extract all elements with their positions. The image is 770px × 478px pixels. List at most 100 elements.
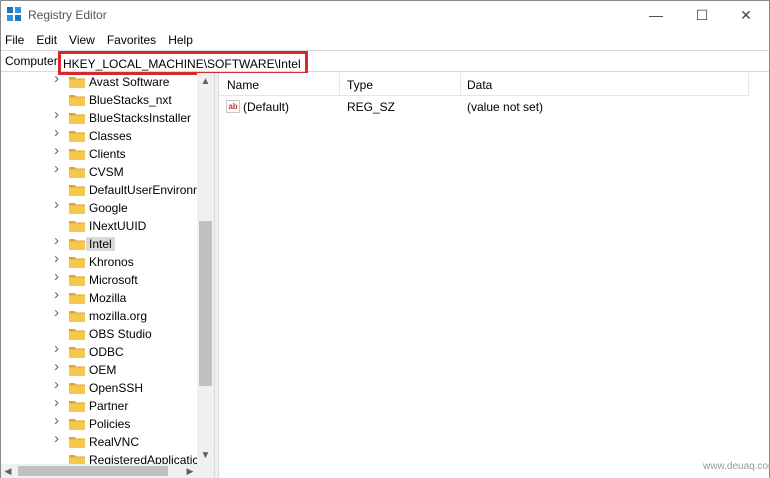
menu-file[interactable]: File — [5, 33, 24, 47]
tree-item-label: OpenSSH — [89, 381, 144, 395]
tree-item[interactable]: › Microsoft — [1, 269, 197, 289]
folder-icon — [69, 149, 85, 160]
scroll-left-icon[interactable]: ◀ — [1, 464, 15, 478]
chevron-right-icon[interactable]: › — [54, 125, 64, 140]
chevron-right-icon[interactable]: › — [54, 395, 64, 410]
values-list-pane: Name Type Data ab (Default) REG_SZ (valu… — [219, 73, 769, 478]
tree-item[interactable]: › Classes — [1, 125, 197, 145]
tree-item-label: Mozilla — [89, 291, 127, 305]
maximize-button[interactable]: ☐ — [679, 1, 725, 29]
tree-item[interactable]: BlueStacks_nxt — [1, 91, 197, 109]
tree-item-label: ODBC — [89, 345, 124, 359]
tree-item[interactable]: › Google — [1, 197, 197, 217]
folder-icon — [69, 113, 85, 124]
reg-string-icon: ab — [226, 100, 240, 113]
tree-item[interactable]: › ODBC — [1, 341, 197, 361]
chevron-right-icon[interactable]: › — [54, 287, 64, 302]
column-header-data[interactable]: Data — [467, 78, 492, 92]
value-name: (Default) — [243, 100, 290, 114]
chevron-right-icon[interactable]: › — [54, 161, 64, 176]
column-divider[interactable] — [339, 73, 340, 96]
minimize-button[interactable]: — — [633, 1, 679, 29]
folder-icon — [69, 185, 85, 196]
tree-item-label: Avast Software — [89, 75, 170, 89]
folder-icon — [69, 293, 85, 304]
folder-icon — [69, 347, 85, 358]
tree-item[interactable]: › RealVNC — [1, 431, 197, 451]
column-divider[interactable] — [748, 73, 749, 96]
tree-item[interactable]: › CVSM — [1, 161, 197, 181]
title-bar[interactable]: Registry Editor — ☐ ✕ — [1, 1, 769, 29]
tree-item[interactable]: OBS Studio — [1, 325, 197, 343]
menu-favorites[interactable]: Favorites — [107, 33, 156, 47]
tree-item-label: OEM — [89, 363, 117, 377]
close-button[interactable]: ✕ — [723, 1, 769, 29]
chevron-right-icon[interactable]: › — [54, 377, 64, 392]
tree-item[interactable]: INextUUID — [1, 217, 197, 235]
address-prefix[interactable]: Computer\ — [5, 54, 61, 68]
column-header-name[interactable]: Name — [227, 78, 259, 92]
horizontal-scroll-thumb[interactable] — [18, 466, 168, 476]
tree-item-label: Intel — [86, 237, 115, 251]
folder-icon — [69, 239, 85, 250]
folder-icon — [69, 203, 85, 214]
chevron-right-icon[interactable]: › — [54, 431, 64, 446]
tree-item-label: OBS Studio — [89, 327, 152, 341]
folder-icon — [69, 95, 85, 106]
chevron-right-icon[interactable]: › — [54, 233, 64, 248]
registry-editor-window: Registry Editor — ☐ ✕ File Edit View Fav… — [0, 0, 770, 478]
chevron-right-icon[interactable]: › — [54, 413, 64, 428]
tree-item-label: Google — [89, 201, 128, 215]
chevron-right-icon[interactable]: › — [54, 359, 64, 374]
address-bar[interactable]: Computer\ HKEY_LOCAL_MACHINE\SOFTWARE\In… — [1, 50, 769, 75]
scroll-down-icon[interactable]: ▼ — [197, 447, 214, 464]
column-header-type[interactable]: Type — [347, 78, 373, 92]
minimize-icon: — — [649, 7, 663, 23]
tree-item[interactable]: DefaultUserEnvironn — [1, 181, 200, 199]
folder-icon — [69, 131, 85, 142]
tree-vertical-scrollbar[interactable]: ▲ ▼ — [197, 73, 214, 464]
value-data: (value not set) — [467, 100, 544, 114]
tree-item[interactable]: › mozilla.org — [1, 305, 197, 325]
list-header: Name Type Data — [219, 73, 749, 96]
chevron-right-icon[interactable]: › — [54, 305, 64, 320]
menu-help[interactable]: Help — [168, 33, 193, 47]
tree-item[interactable]: › OpenSSH — [1, 377, 197, 397]
chevron-right-icon[interactable]: › — [54, 143, 64, 158]
chevron-right-icon[interactable]: › — [54, 341, 64, 356]
menu-bar: File Edit View Favorites Help — [1, 30, 769, 49]
tree-item[interactable]: › Mozilla — [1, 287, 197, 307]
tree-item-label: Classes — [89, 129, 132, 143]
tree-item[interactable]: › Avast Software — [1, 73, 197, 91]
value-type: REG_SZ — [347, 100, 396, 114]
folder-icon — [69, 275, 85, 286]
tree-item[interactable]: › Partner — [1, 395, 197, 415]
folder-icon — [69, 401, 85, 412]
folder-icon — [69, 437, 85, 448]
key-tree-pane: › Avast Software BlueStacks_nxt › BlueStacks… — [1, 73, 214, 478]
folder-icon — [69, 329, 85, 340]
scroll-thumb[interactable] — [199, 221, 212, 386]
tree-item[interactable]: › BlueStacksInstaller — [1, 107, 197, 127]
chevron-right-icon[interactable]: › — [54, 73, 64, 86]
folder-icon — [69, 257, 85, 268]
chevron-right-icon[interactable]: › — [54, 251, 64, 266]
list-row[interactable]: ab (Default) REG_SZ (value not set) — [219, 97, 749, 117]
folder-icon — [69, 77, 85, 88]
tree-item[interactable]: › Khronos — [1, 251, 197, 271]
scroll-up-icon[interactable]: ▲ — [197, 73, 214, 90]
chevron-right-icon[interactable]: › — [54, 269, 64, 284]
tree-horizontal-scrollbar[interactable]: ◀ ▶ — [1, 464, 214, 478]
tree-item[interactable]: › OEM — [1, 359, 197, 379]
tree-item[interactable]: › Intel — [1, 233, 197, 253]
tree-item[interactable]: › Policies — [1, 413, 197, 433]
column-divider[interactable] — [460, 73, 461, 96]
scroll-right-icon[interactable]: ▶ — [183, 464, 197, 478]
tree-item[interactable]: › Clients — [1, 143, 197, 163]
chevron-right-icon[interactable]: › — [54, 107, 64, 122]
chevron-right-icon[interactable]: › — [54, 197, 64, 212]
menu-edit[interactable]: Edit — [36, 33, 57, 47]
address-path-highlighted[interactable]: HKEY_LOCAL_MACHINE\SOFTWARE\Intel — [58, 51, 308, 75]
folder-icon — [69, 365, 85, 376]
menu-view[interactable]: View — [69, 33, 95, 47]
